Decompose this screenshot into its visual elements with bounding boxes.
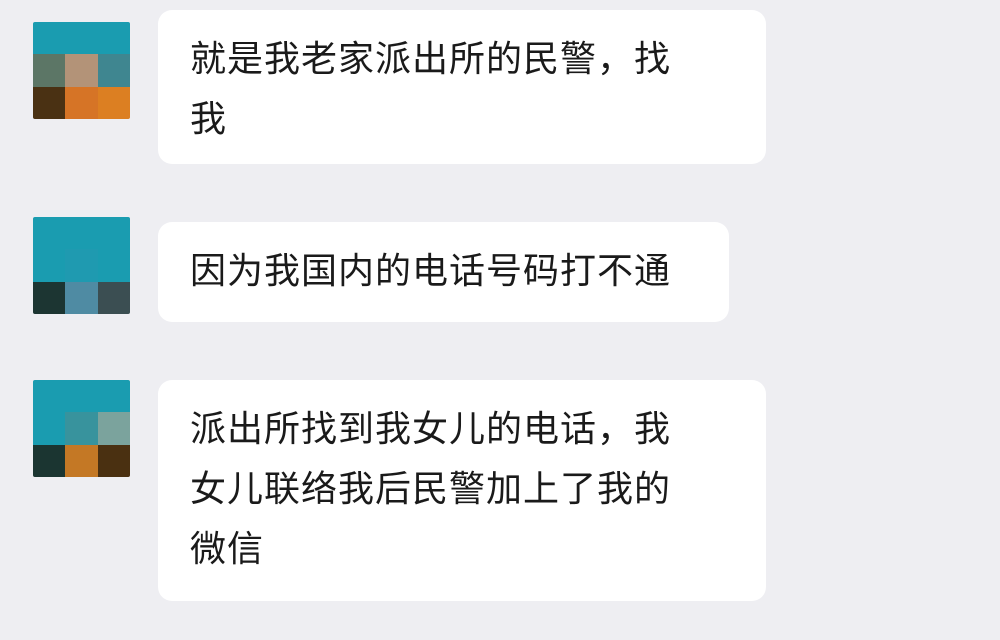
avatar-pixel	[65, 22, 98, 55]
avatar-pixel	[33, 217, 66, 250]
chat-conversation: 就是我老家派出所的民警，找 我 因为我国内的电话号码打不通 派出所找到我女儿的电…	[0, 0, 1000, 640]
avatar-pixel	[65, 412, 98, 445]
message-text-line: 我	[190, 99, 228, 140]
message-text-line: 女儿联络我后民警加上了我的	[190, 469, 672, 510]
message-text-line: 因为我国内的电话号码打不通	[190, 251, 672, 292]
avatar-pixel	[97, 281, 130, 314]
avatar-pixel	[33, 22, 66, 55]
message-text-line: 派出所找到我女儿的电话，我	[190, 409, 672, 450]
message-text-line: 就是我老家派出所的民警，找	[190, 39, 672, 80]
avatar-pixel	[33, 54, 66, 87]
avatar-pixel	[33, 412, 66, 445]
avatar-pixel	[97, 217, 130, 250]
avatar-pixel	[97, 412, 130, 445]
avatar[interactable]	[33, 217, 130, 314]
avatar-pixel	[97, 380, 130, 413]
avatar-pixel	[33, 281, 66, 314]
avatar-pixel	[65, 249, 98, 282]
avatar-pixel	[65, 54, 98, 87]
avatar-pixel	[65, 217, 98, 250]
avatar[interactable]	[33, 380, 130, 477]
message-bubble[interactable]: 因为我国内的电话号码打不通	[158, 222, 729, 322]
avatar-pixel	[33, 444, 66, 477]
avatar[interactable]	[33, 22, 130, 119]
avatar-pixel	[33, 86, 66, 119]
avatar-pixel	[97, 86, 130, 119]
avatar-pixel	[65, 281, 98, 314]
avatar-pixel	[97, 22, 130, 55]
avatar-pixel	[97, 249, 130, 282]
avatar-pixel	[65, 380, 98, 413]
avatar-pixel	[65, 86, 98, 119]
message-text-line: 微信	[190, 529, 265, 570]
message-bubble[interactable]: 就是我老家派出所的民警，找 我	[158, 10, 766, 164]
avatar-pixel	[97, 444, 130, 477]
avatar-pixel	[65, 444, 98, 477]
avatar-pixel	[33, 380, 66, 413]
avatar-pixel	[97, 54, 130, 87]
avatar-pixel	[33, 249, 66, 282]
message-bubble[interactable]: 派出所找到我女儿的电话，我 女儿联络我后民警加上了我的 微信	[158, 380, 766, 601]
